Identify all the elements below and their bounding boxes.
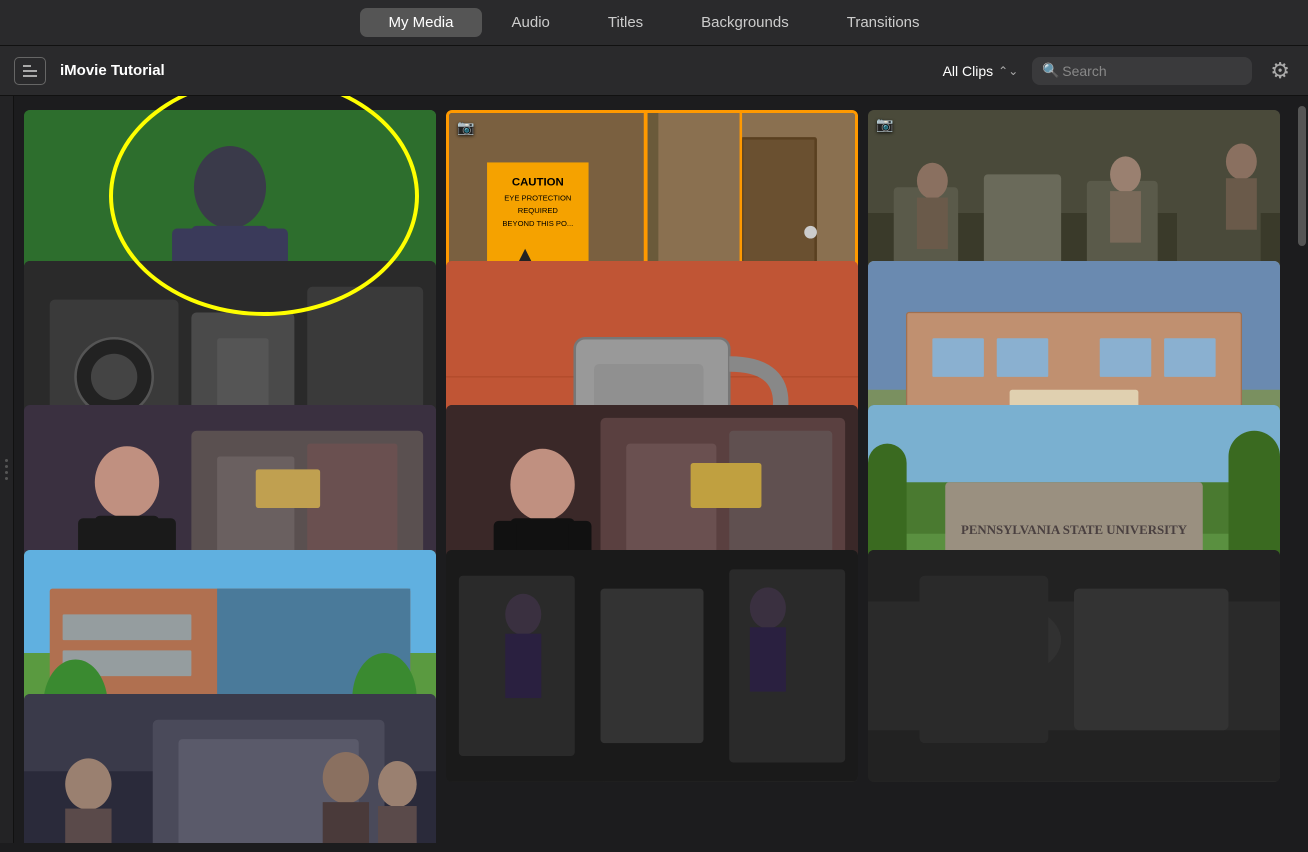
all-clips-label: All Clips	[943, 63, 994, 79]
clip-item[interactable]	[868, 550, 1280, 782]
all-clips-filter-button[interactable]: All Clips ⌃⌄	[943, 63, 1019, 79]
clip-item[interactable]	[446, 550, 858, 782]
svg-text:PENNSYLVANIA STATE UNIVERSITY: PENNSYLVANIA STATE UNIVERSITY	[961, 523, 1188, 537]
settings-button[interactable]: ⚙	[1266, 58, 1294, 84]
sidebar-toggle-icon	[23, 65, 37, 77]
search-input[interactable]	[1032, 57, 1252, 85]
scroll-thumb[interactable]	[1298, 106, 1306, 246]
tab-backgrounds[interactable]: Backgrounds	[673, 8, 817, 37]
scroll-track[interactable]	[1294, 96, 1308, 843]
tab-my-media[interactable]: My Media	[360, 8, 481, 37]
resize-handle-dots	[5, 459, 8, 480]
filter-chevron-icon: ⌃⌄	[998, 64, 1018, 78]
sidebar-resize-handle[interactable]	[0, 96, 14, 843]
svg-text:REQUIRED: REQUIRED	[518, 206, 559, 215]
clip-item[interactable]	[24, 694, 436, 843]
tab-titles[interactable]: Titles	[580, 8, 671, 37]
header-bar: iMovie Tutorial All Clips ⌃⌄ 🔍 ⚙	[0, 46, 1308, 96]
tab-transitions[interactable]: Transitions	[819, 8, 948, 37]
library-title: iMovie Tutorial	[60, 62, 929, 79]
media-grid: CAUTION EYE PROTECTION REQUIRED BEYOND T…	[14, 96, 1294, 843]
svg-text:CAUTION: CAUTION	[512, 176, 564, 188]
clip-camera-icon: 📷	[876, 116, 893, 133]
clip-camera-icon: 📷	[457, 119, 474, 136]
tab-audio[interactable]: Audio	[484, 8, 578, 37]
search-wrapper: 🔍	[1032, 57, 1252, 85]
tab-bar: My Media Audio Titles Backgrounds Transi…	[0, 0, 1308, 46]
svg-text:EYE PROTECTION: EYE PROTECTION	[504, 194, 571, 203]
svg-text:BEYOND THIS PO...: BEYOND THIS PO...	[502, 219, 573, 228]
sidebar-toggle-button[interactable]	[14, 57, 46, 85]
content-area: CAUTION EYE PROTECTION REQUIRED BEYOND T…	[0, 96, 1308, 843]
